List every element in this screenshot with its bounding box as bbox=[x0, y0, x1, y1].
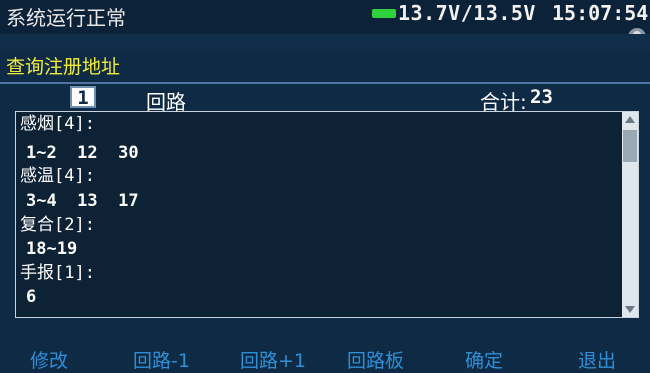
title-strip bbox=[0, 34, 650, 52]
battery-icon bbox=[372, 9, 396, 18]
modify-button[interactable]: 修改 bbox=[30, 346, 68, 373]
scroll-down-arrow-icon[interactable] bbox=[625, 306, 635, 313]
list-item-values-composite: 18~19 bbox=[26, 239, 78, 259]
function-key-bar: 修改 回路-1 回路+1 回路板 确定 退出 bbox=[0, 346, 650, 373]
page-title: 查询注册地址 bbox=[6, 56, 121, 78]
loop-plus-button[interactable]: 回路+1 bbox=[240, 346, 306, 373]
list-item-values-smoke: 1~2 12 30 bbox=[26, 143, 139, 163]
voltage-readout: 13.7V/13.5V bbox=[398, 1, 536, 25]
scroll-thumb[interactable] bbox=[623, 130, 637, 162]
loop-minus-button[interactable]: 回路-1 bbox=[133, 346, 190, 373]
clock-time: 15:07:54 bbox=[552, 1, 649, 25]
loop-number-value: 1 bbox=[77, 87, 89, 109]
list-item-header-composite: 复合[2]: bbox=[20, 215, 95, 235]
list-item-values-heat: 3~4 13 17 bbox=[26, 191, 139, 211]
list-item-header-smoke: 感烟[4]: bbox=[20, 114, 95, 134]
status-bar: 系统运行正常 13.7V/13.5V 15:07:54 bbox=[0, 0, 650, 46]
exit-button[interactable]: 退出 bbox=[578, 346, 616, 373]
scroll-up-arrow-icon[interactable] bbox=[625, 116, 635, 123]
confirm-button[interactable]: 确定 bbox=[465, 346, 503, 373]
list-item-values-manual: 6 bbox=[26, 287, 37, 307]
list-item-header-manual: 手报[1]: bbox=[20, 263, 95, 283]
total-value: 23 bbox=[530, 86, 553, 108]
system-status-text: 系统运行正常 bbox=[6, 6, 126, 30]
registration-list[interactable]: 感烟[4]: 1~2 12 30 感温[4]: 3~4 13 17 复合[2]:… bbox=[15, 111, 639, 318]
list-item-header-heat: 感温[4]: bbox=[20, 166, 95, 186]
loop-board-button[interactable]: 回路板 bbox=[347, 346, 404, 373]
list-scrollbar[interactable] bbox=[622, 112, 638, 317]
loop-number-field[interactable]: 1 bbox=[70, 86, 96, 109]
title-divider bbox=[0, 82, 650, 84]
